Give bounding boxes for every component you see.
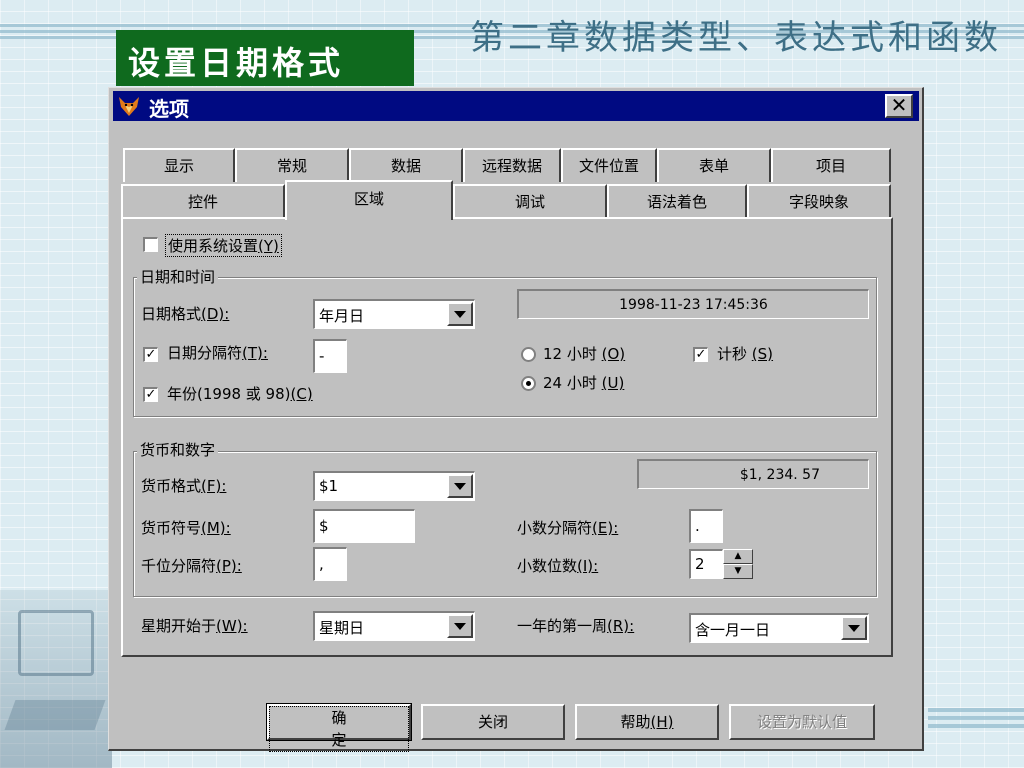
date-separator-label: 日期分隔符(T): xyxy=(167,344,268,362)
tab-regional[interactable]: 区域 xyxy=(285,180,453,220)
week-start-select[interactable]: 星期日 xyxy=(313,611,475,641)
decimal-separator-label: 小数分隔符(E): xyxy=(517,519,619,537)
tab-field-mapping[interactable]: 字段映象 xyxy=(747,184,891,218)
close-icon: ✕ xyxy=(890,93,908,117)
currency-format-select[interactable]: $1 xyxy=(313,471,475,501)
first-week-label: 一年的第一周(R): xyxy=(517,617,635,635)
year-format-label: 年份(1998 或 98)(C) xyxy=(167,385,313,403)
tab-syntax-coloring[interactable]: 语法着色 xyxy=(607,184,747,218)
currency-preview: $1, 234. 57 xyxy=(637,459,869,489)
regional-panel: 使用系统设置(Y) 日期和时间 日期格式(D): 年月日 1998-11-23 … xyxy=(121,217,893,657)
currency-symbol-label: 货币符号(M): xyxy=(141,519,231,537)
currency-group-title: 货币和数字 xyxy=(137,439,219,460)
decimal-digits-label: 小数位数(I): xyxy=(517,557,599,575)
week-start-label: 星期开始于(W): xyxy=(141,617,248,635)
tab-row-front: 控件 区域 调试 语法着色 字段映象 xyxy=(121,180,891,220)
week-start-value: 星期日 xyxy=(319,619,365,637)
hour12-label: 12 小时 (O) xyxy=(543,345,626,363)
tab-general[interactable]: 常规 xyxy=(235,148,349,182)
date-separator-checkbox[interactable]: ✓ xyxy=(143,347,158,362)
close-button[interactable]: ✕ xyxy=(885,94,913,118)
chevron-down-icon[interactable] xyxy=(447,474,473,498)
tab-controls[interactable]: 控件 xyxy=(121,184,285,218)
close-dialog-button[interactable]: 关闭 xyxy=(421,704,565,740)
tab-file-locations[interactable]: 文件位置 xyxy=(561,148,657,182)
tab-display[interactable]: 显示 xyxy=(123,148,235,182)
currency-format-value: $1 xyxy=(319,477,339,495)
chevron-down-icon[interactable] xyxy=(447,302,473,326)
thousands-separator-label: 千位分隔符(P): xyxy=(141,557,242,575)
dialog-title: 选项 xyxy=(149,97,189,121)
help-button[interactable]: 帮助(H) xyxy=(575,704,719,740)
date-separator-input[interactable]: - xyxy=(313,339,347,373)
date-format-label: 日期格式(D): xyxy=(141,305,230,323)
set-default-button[interactable]: 设置为默认值 xyxy=(729,704,875,740)
use-system-settings-label[interactable]: 使用系统设置(Y) xyxy=(165,234,282,257)
date-time-group-title: 日期和时间 xyxy=(137,266,219,287)
seconds-label: 计秒 (S) xyxy=(717,345,774,363)
computer-illustration xyxy=(0,590,112,768)
seconds-checkbox[interactable]: ✓ xyxy=(693,347,708,362)
ok-button[interactable]: 确定 xyxy=(266,703,412,752)
options-dialog: 选项 ✕ 显示 常规 数据 远程数据 文件位置 表单 项目 控件 区域 调试 语… xyxy=(108,87,924,752)
hour24-label: 24 小时 (U) xyxy=(543,374,625,392)
date-format-value: 年月日 xyxy=(319,307,365,325)
tab-row-back: 显示 常规 数据 远程数据 文件位置 表单 项目 xyxy=(123,148,893,182)
currency-format-label: 货币格式(F): xyxy=(141,477,227,495)
use-system-settings-checkbox[interactable] xyxy=(143,237,158,252)
decimal-digits-spinner: 2 ▲ ▼ xyxy=(689,549,753,579)
chevron-down-icon[interactable] xyxy=(447,614,473,638)
triangle-up-icon[interactable]: ▲ xyxy=(723,549,753,564)
slide-title: 设置日期格式 xyxy=(128,44,345,82)
thousands-separator-input[interactable]: , xyxy=(313,547,347,581)
tab-remote-data[interactable]: 远程数据 xyxy=(463,148,561,182)
first-week-select[interactable]: 含一月一日 xyxy=(689,613,869,643)
hour24-radio[interactable] xyxy=(521,376,536,391)
tab-projects[interactable]: 项目 xyxy=(771,148,891,182)
date-time-preview: 1998-11-23 17:45:36 xyxy=(517,289,869,319)
currency-symbol-input[interactable]: $ xyxy=(313,509,415,543)
slide-title-box: 设置日期格式 xyxy=(116,30,414,86)
dialog-titlebar[interactable]: 选项 ✕ xyxy=(113,91,919,121)
slide-heading: 第二章数据类型、表达式和函数 xyxy=(470,18,1002,58)
first-week-value: 含一月一日 xyxy=(695,621,771,639)
date-format-select[interactable]: 年月日 xyxy=(313,299,475,329)
decimal-separator-input[interactable]: . xyxy=(689,509,723,543)
triangle-down-icon[interactable]: ▼ xyxy=(723,564,753,579)
year-format-checkbox[interactable]: ✓ xyxy=(143,387,158,402)
hour12-radio[interactable] xyxy=(521,347,536,362)
tab-data[interactable]: 数据 xyxy=(349,148,463,182)
tab-forms[interactable]: 表单 xyxy=(657,148,771,182)
decorative-bars xyxy=(928,708,1024,738)
decimal-digits-input[interactable]: 2 xyxy=(689,549,723,579)
fox-icon xyxy=(119,97,139,116)
tab-debug[interactable]: 调试 xyxy=(453,184,607,218)
chevron-down-icon[interactable] xyxy=(841,616,867,640)
